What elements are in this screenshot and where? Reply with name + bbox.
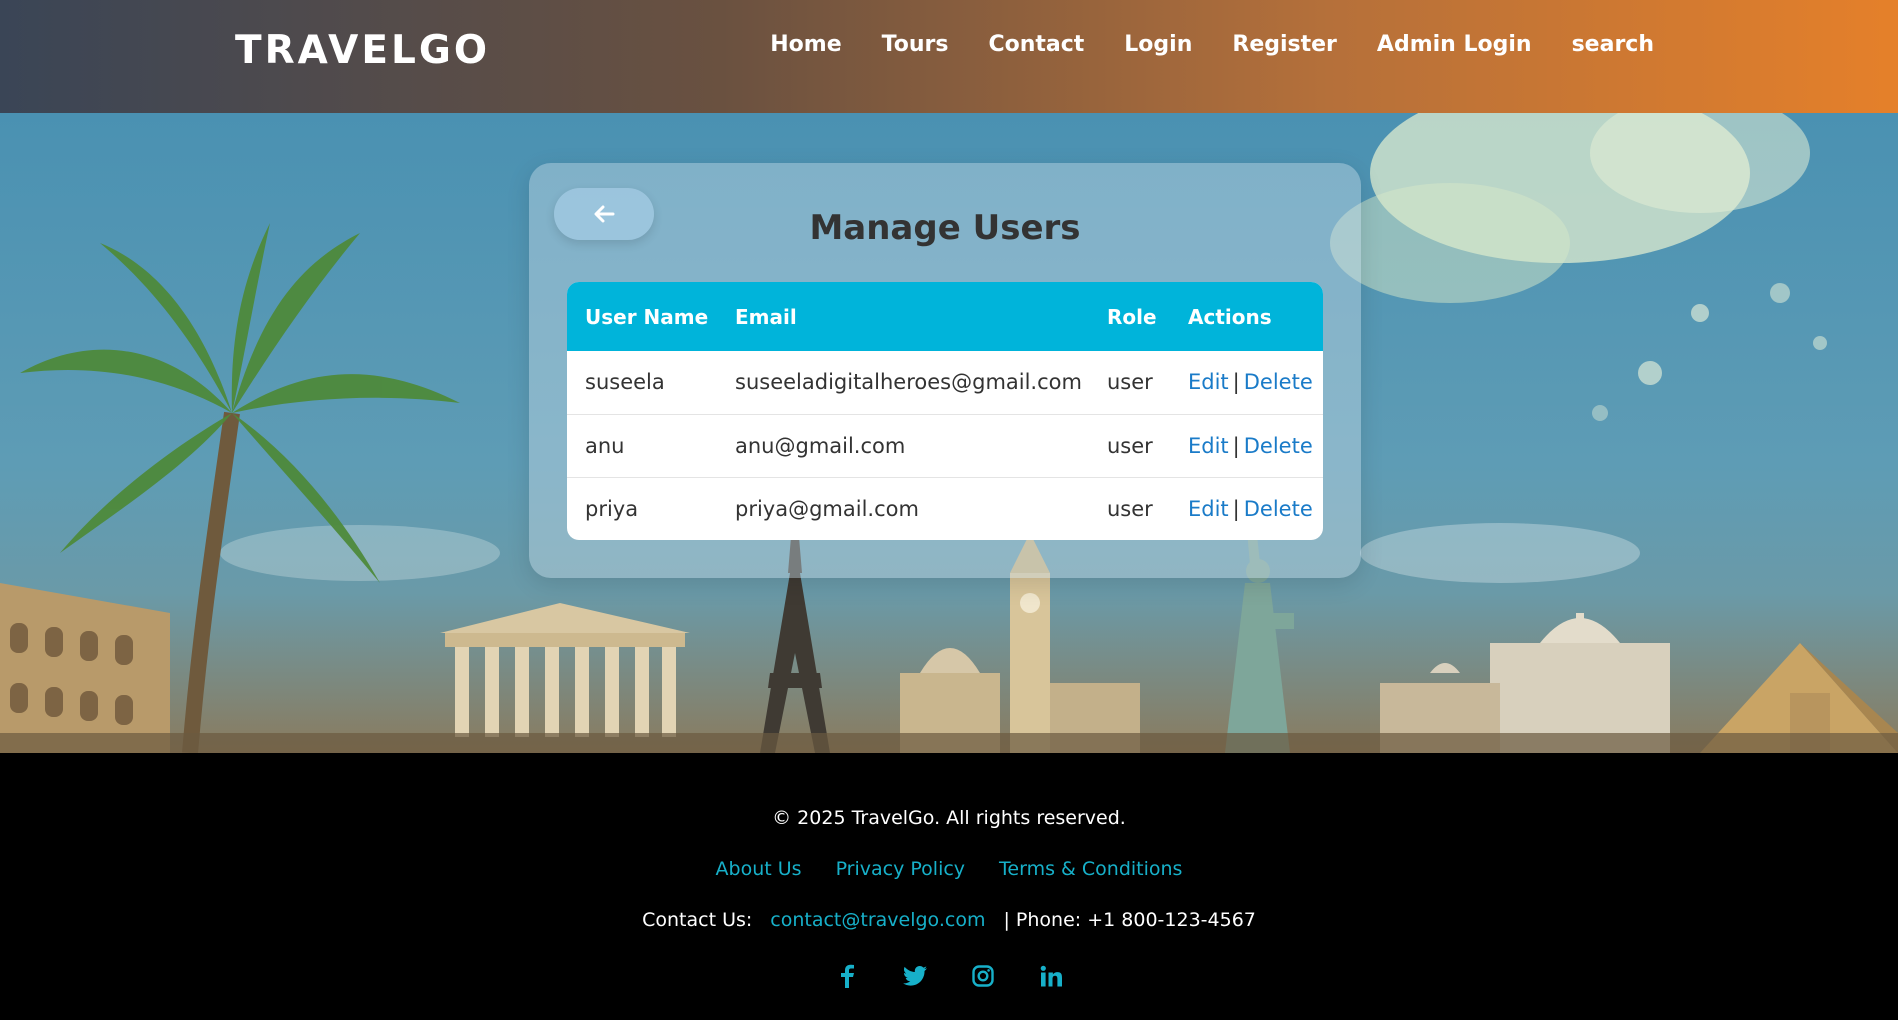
column-header-role: Role [1107,304,1157,329]
delete-link[interactable]: Delete [1244,434,1313,458]
footer-links: About Us Privacy Policy Terms & Conditio… [0,858,1898,880]
table-header-row: User Name Email Role Actions [567,282,1323,351]
nav-register[interactable]: Register [1232,32,1337,57]
footer-link-terms[interactable]: Terms & Conditions [999,858,1182,880]
users-table: User Name Email Role Actions suseela sus… [567,282,1323,540]
nav-search[interactable]: search [1572,32,1654,57]
cell-actions: Edit | Delete [1170,477,1323,540]
site-logo[interactable]: TRAVELGO [235,28,490,73]
column-header-actions: Actions [1188,304,1272,329]
action-separator: | [1232,496,1240,521]
nav-home[interactable]: Home [770,32,841,57]
table-row: suseela suseeladigitalheroes@gmail.com u… [567,351,1323,414]
manage-users-card: Manage Users User Name Email Role Action… [529,163,1361,578]
cell-email: anu@gmail.com [735,433,906,458]
nav-contact[interactable]: Contact [988,32,1084,57]
contact-label: Contact Us: [642,909,753,931]
nav-admin-login[interactable]: Admin Login [1377,32,1532,57]
cell-email: suseeladigitalheroes@gmail.com [735,370,1082,395]
footer-link-privacy[interactable]: Privacy Policy [836,858,965,880]
table-row: anu anu@gmail.com user Edit | Delete [567,414,1323,477]
contact-email-link[interactable]: contact@travelgo.com [770,909,985,931]
cell-role: user [1107,496,1153,521]
edit-link[interactable]: Edit [1188,434,1229,458]
social-links [0,961,1898,991]
footer-link-about[interactable]: About Us [716,858,802,880]
facebook-icon[interactable] [832,961,862,991]
cell-username: suseela [585,370,665,395]
column-header-email: Email [735,304,797,329]
contact-line: Contact Us: contact@travelgo.com | Phone: … [0,909,1898,931]
nav-login[interactable]: Login [1124,32,1192,57]
delete-link[interactable]: Delete [1244,370,1313,394]
edit-link[interactable]: Edit [1188,370,1229,394]
cell-role: user [1107,433,1153,458]
site-footer: © 2025 TravelGo. All rights reserved. Ab… [0,753,1898,1020]
page-title: Manage Users [809,208,1081,248]
nav-tours[interactable]: Tours [882,32,949,57]
instagram-icon[interactable] [968,961,998,991]
action-separator: | [1232,370,1240,395]
twitter-icon[interactable] [900,961,930,991]
delete-link[interactable]: Delete [1244,497,1313,521]
copyright-text: © 2025 TravelGo. All rights reserved. [772,807,1126,829]
linkedin-icon[interactable] [1036,961,1066,991]
cell-actions: Edit | Delete [1170,351,1323,414]
column-header-username: User Name [585,304,709,329]
site-header: TRAVELGO Home Tours Contact Login Regist… [0,0,1898,113]
main-nav: Home Tours Contact Login Register Admin … [730,32,1654,57]
cell-role: user [1107,370,1153,395]
action-separator: | [1232,433,1240,458]
phone-text: | Phone: +1 800-123-4567 [1003,909,1256,931]
cell-username: anu [585,433,625,458]
edit-link[interactable]: Edit [1188,497,1229,521]
cell-actions: Edit | Delete [1170,414,1323,477]
table-row: priya priya@gmail.com user Edit | Delete [567,477,1323,540]
cell-username: priya [585,496,639,521]
cell-email: priya@gmail.com [735,496,919,521]
